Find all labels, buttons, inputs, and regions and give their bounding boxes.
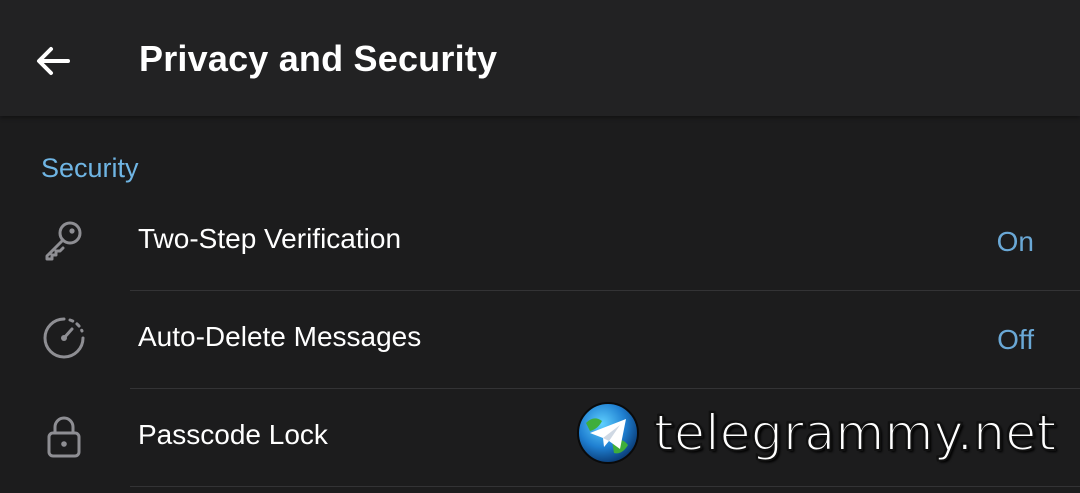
key-icon bbox=[40, 216, 88, 264]
row-value: Off bbox=[997, 324, 1034, 355]
app-bar: Privacy and Security bbox=[0, 0, 1080, 116]
section-header-security: Security bbox=[41, 153, 139, 183]
lock-icon bbox=[40, 412, 88, 460]
divider bbox=[130, 486, 1080, 487]
watermark-text: telegrammy.net bbox=[653, 403, 1057, 463]
row-two-step-verification[interactable]: Two-Step Verification On bbox=[0, 192, 1080, 290]
row-label: Passcode Lock bbox=[138, 419, 328, 450]
auto-delete-timer-icon bbox=[40, 314, 88, 362]
row-label: Auto-Delete Messages bbox=[138, 321, 422, 352]
arrow-left-icon bbox=[37, 47, 70, 75]
row-label: Two-Step Verification bbox=[138, 223, 402, 254]
privacy-security-screen: Privacy and Security Security Two-Step V… bbox=[0, 0, 1080, 493]
row-auto-delete-messages[interactable]: Auto-Delete Messages Off bbox=[0, 290, 1080, 388]
page-title: Privacy and Security bbox=[139, 38, 498, 79]
telegram-globe-logo-icon bbox=[577, 402, 639, 464]
back-button[interactable] bbox=[22, 32, 84, 90]
watermark: telegrammy.net bbox=[576, 400, 1057, 466]
row-value: On bbox=[996, 226, 1034, 257]
